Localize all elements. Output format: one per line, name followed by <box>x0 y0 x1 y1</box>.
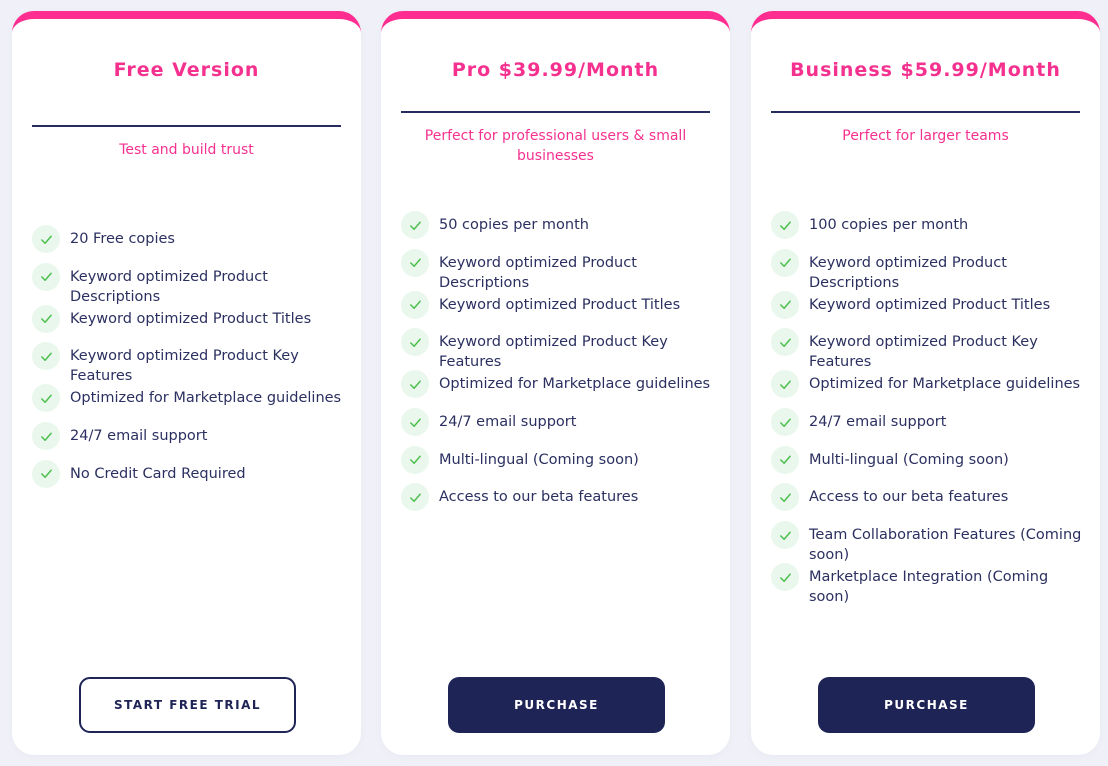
check-icon <box>771 408 799 437</box>
feature-text: Keyword optimized Product Key Features <box>809 334 1038 371</box>
feature-item: 100 copies per month <box>771 211 1092 251</box>
feature-list: 100 copies per month Keyword optimized Pr… <box>771 211 1092 607</box>
check-icon <box>401 408 429 437</box>
check-icon <box>401 483 429 512</box>
feature-text: Keyword optimized Product Titles <box>70 310 312 327</box>
feature-text: No Credit Card Required <box>70 465 246 482</box>
feature-text: 24/7 email support <box>809 414 947 431</box>
feature-item: Keyword optimized Product Descriptions <box>32 262 353 307</box>
feature-item: Keyword optimized Product Key Features <box>401 328 722 372</box>
feature-item: Keyword optimized Product Titles <box>32 304 353 345</box>
feature-text: Team Collaboration Features (Coming soon… <box>809 527 1082 564</box>
check-icon <box>771 370 799 399</box>
purchase-business-button[interactable]: PURCHASE <box>818 677 1035 733</box>
feature-item: Access to our beta features <box>771 483 1092 523</box>
check-icon <box>32 262 60 291</box>
feature-item: 24/7 email support <box>32 422 353 462</box>
feature-text: Keyword optimized Product Descriptions <box>439 254 637 291</box>
plan-title: Business $59.99/Month <box>790 59 1061 81</box>
feature-text: Multi-lingual (Coming soon) <box>439 451 639 468</box>
feature-text: Keyword optimized Product Descriptions <box>809 254 1007 291</box>
feature-text: Marketplace Integration (Coming soon) <box>809 569 1049 606</box>
check-icon <box>771 290 799 319</box>
check-icon <box>32 459 60 488</box>
plan-title: Free Version <box>113 59 260 81</box>
feature-item: Keyword optimized Product Titles <box>401 290 722 331</box>
feature-text: Multi-lingual (Coming soon) <box>809 451 1009 468</box>
check-icon <box>771 328 799 357</box>
feature-text: 24/7 email support <box>70 428 208 445</box>
feature-item: Keyword optimized Product Key Features <box>771 328 1092 372</box>
feature-item: Marketplace Integration (Coming soon) <box>771 563 1092 607</box>
check-icon <box>401 328 429 357</box>
feature-item: 50 copies per month <box>401 211 722 251</box>
feature-text: Keyword optimized Product Key Features <box>70 348 299 385</box>
feature-item: 24/7 email support <box>401 408 722 448</box>
feature-text: Optimized for Marketplace guidelines <box>70 390 342 407</box>
feature-text: Keyword optimized Product Titles <box>809 296 1051 313</box>
feature-text: 24/7 email support <box>439 414 577 431</box>
check-icon <box>401 445 429 474</box>
feature-item: No Credit Card Required <box>32 459 353 500</box>
feature-text: Optimized for Marketplace guidelines <box>809 376 1081 393</box>
feature-text: Keyword optimized Product Key Features <box>439 334 668 371</box>
feature-item: Team Collaboration Features (Coming soon… <box>771 521 1092 565</box>
check-icon <box>32 304 60 333</box>
plan-card-free: Free Version Test and build trust 20 Fre… <box>12 11 361 755</box>
feature-item: Multi-lingual (Coming soon) <box>401 445 722 486</box>
feature-item: Optimized for Marketplace guidelines <box>771 370 1092 410</box>
divider <box>771 111 1080 113</box>
feature-list: 20 Free copies Keyword optimized Product … <box>32 225 353 500</box>
check-icon <box>771 521 799 550</box>
check-icon <box>32 422 60 451</box>
feature-item: Keyword optimized Product Descriptions <box>771 248 1092 293</box>
feature-item: Keyword optimized Product Key Features <box>32 342 353 386</box>
feature-item: Access to our beta features <box>401 483 722 523</box>
check-icon <box>401 211 429 239</box>
feature-text: Access to our beta features <box>439 489 639 506</box>
feature-item: Optimized for Marketplace guidelines <box>401 370 722 410</box>
feature-item: Optimized for Marketplace guidelines <box>32 384 353 424</box>
check-icon <box>771 248 799 277</box>
check-icon <box>771 445 799 474</box>
check-icon <box>771 211 799 239</box>
check-icon <box>771 563 799 592</box>
feature-text: Access to our beta features <box>809 489 1009 506</box>
check-icon <box>32 342 60 371</box>
start-free-trial-button[interactable]: START FREE TRIAL <box>79 677 296 733</box>
feature-list: 50 copies per month Keyword optimized Pro… <box>401 211 722 523</box>
plan-subtitle: Test and build trust <box>119 142 254 158</box>
feature-text: Keyword optimized Product Descriptions <box>70 268 268 305</box>
plan-card-business: Business $59.99/Month Perfect for larger… <box>751 11 1100 755</box>
feature-text: 100 copies per month <box>809 217 969 233</box>
plan-card-pro: Pro $39.99/Month Perfect for professiona… <box>381 11 730 755</box>
check-icon <box>401 290 429 319</box>
feature-item: 24/7 email support <box>771 408 1092 448</box>
feature-item: Multi-lingual (Coming soon) <box>771 445 1092 486</box>
feature-text: Optimized for Marketplace guidelines <box>439 376 711 393</box>
feature-item: Keyword optimized Product Titles <box>771 290 1092 331</box>
feature-text: 50 copies per month <box>439 217 589 233</box>
check-icon <box>401 370 429 399</box>
check-icon <box>32 384 60 413</box>
plan-subtitle: Perfect for larger teams <box>842 128 1009 144</box>
check-icon <box>32 225 60 253</box>
feature-text: Keyword optimized Product Titles <box>439 296 681 313</box>
purchase-pro-button[interactable]: PURCHASE <box>448 677 665 733</box>
check-icon <box>401 248 429 277</box>
plan-title: Pro $39.99/Month <box>451 59 660 81</box>
feature-text: 20 Free copies <box>70 231 175 247</box>
plan-subtitle: Perfect for professional users & small b… <box>424 128 687 164</box>
feature-item: 20 Free copies <box>32 225 353 265</box>
divider <box>32 125 341 127</box>
divider <box>401 111 710 113</box>
feature-item: Keyword optimized Product Descriptions <box>401 248 722 293</box>
check-icon <box>771 483 799 512</box>
